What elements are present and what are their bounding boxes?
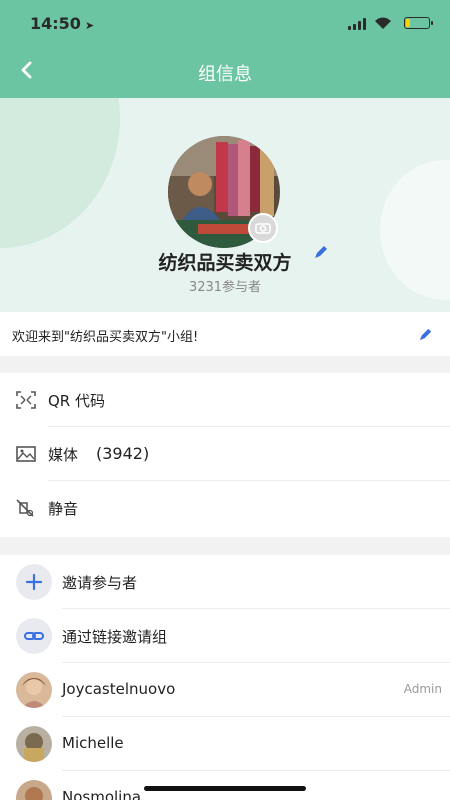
invite-via-link-label: 通过链接邀请组	[62, 628, 168, 646]
member-name: Michelle	[62, 734, 124, 752]
media-count: (3942)	[96, 444, 150, 463]
group-name: 纺织品买卖双方	[158, 252, 292, 274]
member-name: Nosmolina	[62, 788, 142, 800]
admin-badge: Admin	[403, 682, 442, 696]
link-icon-background	[16, 618, 52, 654]
edit-name-pencil-icon[interactable]	[312, 243, 330, 261]
home-indicator[interactable]	[144, 786, 306, 791]
member-name: Joycastelnuovo	[62, 680, 176, 698]
group-info-screen: 14:50 ➤ 组信息 纺织品买卖双方 3231参与者 欢迎来到"纺织品买卖双方…	[0, 0, 450, 800]
link-icon	[24, 632, 44, 640]
group-header: 纺织品买卖双方 3231参与者	[0, 98, 450, 312]
group-description: 欢迎来到"纺织品买卖双方"小组!	[0, 312, 450, 356]
add-icon-background	[16, 564, 52, 600]
member-avatar	[16, 672, 52, 708]
camera-icon[interactable]	[248, 213, 278, 243]
qr-code-label: QR 代码	[48, 392, 105, 410]
top-bar: 14:50 ➤ 组信息	[0, 0, 450, 98]
member-count: 3231参与者	[188, 280, 262, 295]
signal-icon	[348, 18, 366, 30]
invite-participants-label: 邀请参与者	[62, 574, 138, 592]
mute-row[interactable]: 静音	[0, 481, 450, 535]
qr-code-row[interactable]: QR 代码	[0, 373, 450, 427]
invite-participants-row[interactable]: 邀请参与者	[0, 555, 450, 609]
wifi-icon	[375, 17, 391, 29]
image-icon	[16, 446, 36, 462]
media-row[interactable]: 媒体 (3942)	[0, 427, 450, 481]
member-row[interactable]: Michelle	[0, 717, 450, 771]
edit-description-pencil-icon[interactable]	[417, 326, 434, 343]
member-avatar	[16, 726, 52, 762]
members-card: 邀请参与者 通过链接邀请组 Joycastelnuovo Admin Miche…	[0, 555, 450, 800]
qr-code-icon	[16, 391, 36, 409]
mute-label: 静音	[48, 500, 79, 518]
battery-icon	[404, 17, 433, 29]
mute-icon	[16, 499, 34, 517]
member-row[interactable]: Joycastelnuovo Admin	[0, 663, 450, 717]
decorative-circle-left	[0, 98, 120, 248]
description-text: 欢迎来到"纺织品买卖双方"小组!	[12, 330, 199, 345]
options-card: QR 代码 媒体 (3942) 静音	[0, 373, 450, 537]
status-time-text: 14:50	[30, 14, 81, 33]
plus-icon	[25, 573, 43, 591]
member-avatar	[16, 780, 52, 800]
status-time: 14:50 ➤	[30, 14, 94, 33]
media-label: 媒体	[48, 446, 79, 464]
nav-bar: 组信息	[0, 52, 450, 92]
status-bar: 14:50 ➤	[0, 10, 450, 38]
invite-via-link-row[interactable]: 通过链接邀请组	[0, 609, 450, 663]
location-icon: ➤	[84, 19, 95, 32]
page-title: 组信息	[198, 64, 252, 85]
